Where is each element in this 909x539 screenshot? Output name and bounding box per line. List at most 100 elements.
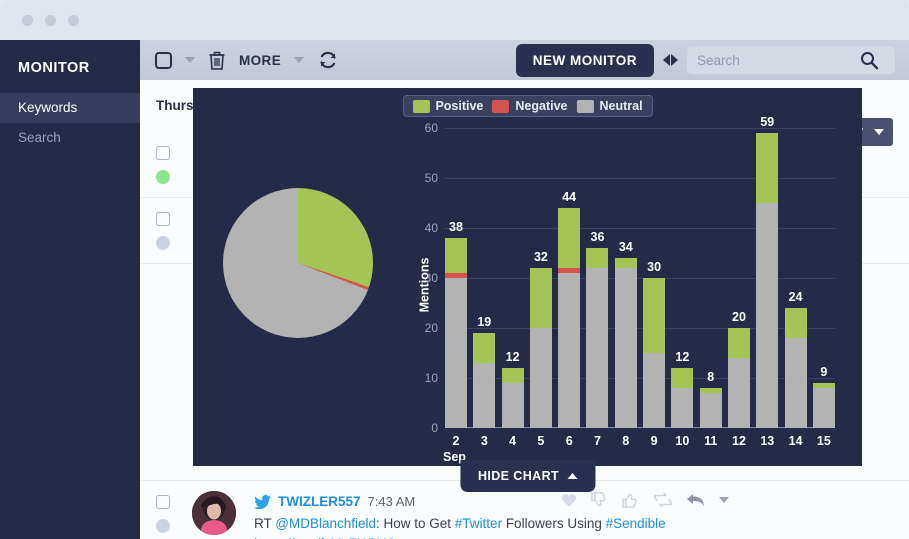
y-axis-tick: 0: [431, 421, 438, 435]
sidebar-item-label: Search: [18, 130, 61, 145]
bar-column[interactable]: 38: [445, 128, 467, 428]
x-axis-tick: 11: [704, 434, 718, 448]
new-monitor-button[interactable]: NEW MONITOR: [515, 43, 654, 77]
legend-label: Negative: [515, 99, 568, 113]
bar-column[interactable]: 30: [643, 128, 666, 428]
bar-column[interactable]: 24: [784, 128, 807, 428]
sidebar-item-search[interactable]: Search: [0, 123, 140, 153]
bar-column[interactable]: 8: [699, 128, 722, 428]
tweet-hashtag[interactable]: #Twitter: [455, 516, 502, 531]
reply-icon[interactable]: [686, 491, 706, 509]
bar-value-label: 38: [449, 220, 463, 234]
x-axis-tick: 9: [650, 434, 658, 448]
thumbs-down-icon[interactable]: [591, 491, 609, 509]
avatar: [192, 491, 236, 535]
tweet-username[interactable]: TWIZLER557: [278, 494, 361, 509]
legend-item-neutral[interactable]: Neutral: [576, 99, 643, 113]
legend-label: Neutral: [599, 99, 643, 113]
thumbs-up-icon[interactable]: [622, 491, 640, 509]
row-checkbox[interactable]: [156, 212, 170, 226]
select-all-checkbox[interactable]: [155, 51, 172, 69]
tweet-mention[interactable]: @MDBlanchfield: [275, 516, 376, 531]
bar-segment-positive: [784, 308, 807, 338]
tweet-timestamp: 7:43 AM: [367, 494, 416, 509]
bar-segment-positive: [558, 208, 581, 268]
bar-segment-positive: [473, 333, 496, 363]
maximize-icon[interactable]: [68, 15, 79, 26]
bar-segment-neutral: [812, 388, 835, 428]
bar-column[interactable]: 12: [501, 128, 524, 428]
bar-column[interactable]: 59: [756, 115, 779, 428]
y-axis-tick: 40: [424, 221, 438, 235]
retweet-icon[interactable]: [653, 491, 673, 509]
chart-legend: Positive Negative Neutral: [402, 95, 653, 117]
bar-column[interactable]: 34: [614, 128, 637, 428]
bar-segment-positive: [727, 328, 750, 358]
sentiment-pie-chart: [223, 188, 373, 338]
search-input[interactable]: [687, 52, 859, 68]
tweet-text-after: Followers Using: [502, 516, 606, 531]
row-checkbox[interactable]: [156, 146, 170, 160]
tweet-actions: [560, 491, 729, 509]
x-axis-tick-labels: 2 3 4 5 6 7 8 9 10 11 12 13 14 15: [445, 428, 835, 448]
y-axis-tick: 20: [424, 321, 438, 335]
bar-value-label: 32: [533, 250, 548, 264]
refresh-button[interactable]: [317, 49, 339, 71]
bar-column[interactable]: 20: [727, 128, 750, 428]
tweet-text-mid: : How to Get: [376, 516, 455, 531]
bar-column[interactable]: 32: [529, 128, 552, 428]
legend-item-negative[interactable]: Negative: [492, 99, 567, 113]
sentiment-icon[interactable]: [560, 491, 578, 509]
bar-column[interactable]: 36: [586, 128, 609, 428]
x-axis-tick: 12: [732, 434, 746, 448]
bar-segment-neutral: [473, 363, 496, 428]
bar-segment-neutral: [586, 268, 609, 428]
legend-item-positive[interactable]: Positive: [412, 99, 483, 113]
bar-column[interactable]: 9: [812, 128, 835, 428]
mentions-bar-chart: Mentions 38 19 12 32 44 36 34 30 12 8 20 59 24 9 2345…: [417, 115, 835, 464]
x-axis-tick: 5: [537, 434, 545, 448]
select-all-chevron-down-icon[interactable]: [185, 57, 195, 63]
bar-segment-positive: [445, 238, 467, 273]
bar-segment-neutral: [558, 273, 581, 428]
status-badge: [156, 170, 170, 184]
tweet-hashtag[interactable]: #Sendible: [606, 516, 666, 531]
close-icon[interactable]: [22, 15, 33, 26]
bar-value-label: 8: [707, 370, 715, 384]
more-chevron-down-icon[interactable]: [294, 57, 305, 63]
window-controls[interactable]: [22, 15, 79, 26]
day-group-header: Thurs: [156, 98, 194, 113]
caret-up-icon: [567, 473, 578, 479]
bar-column[interactable]: 12: [671, 128, 694, 428]
toolbar-right-group: NEW MONITOR: [515, 40, 895, 80]
bar-segment-neutral: [529, 328, 552, 428]
pie-slices: [223, 188, 373, 338]
bar-segment-neutral: [699, 393, 722, 428]
tweet-more-chevron-down-icon[interactable]: [719, 497, 729, 503]
x-axis-tick: 7: [594, 434, 601, 448]
search-icon[interactable]: [859, 50, 879, 70]
more-menu-label[interactable]: MORE: [239, 53, 281, 68]
y-axis-tick: 30: [424, 271, 438, 285]
x-axis-tick: 14: [788, 434, 803, 448]
bar-segment-positive: [501, 368, 524, 383]
hide-chart-button[interactable]: HIDE CHART: [459, 460, 596, 492]
bar-column[interactable]: 44: [558, 128, 581, 428]
bar-column[interactable]: 19: [473, 128, 496, 428]
bar-value-label: 12: [675, 350, 690, 364]
bar-value-label: 30: [647, 260, 662, 274]
bar-value-label: 20: [732, 310, 746, 324]
bar-segment-positive: [586, 248, 609, 268]
minimize-icon[interactable]: [45, 15, 56, 26]
prev-next-arrows-icon[interactable]: [663, 54, 678, 66]
bar-segment-neutral: [727, 358, 750, 428]
row-checkbox[interactable]: [156, 495, 170, 509]
delete-button[interactable]: [208, 50, 226, 70]
search-box[interactable]: [687, 46, 895, 74]
bar-segment-neutral: [501, 383, 524, 428]
app-brand: MONITOR: [18, 60, 90, 76]
app-window: MONITOR Keywords Search MORE NEW MONITOR…: [0, 0, 909, 539]
sidebar-item-keywords[interactable]: Keywords: [0, 93, 140, 123]
sidebar-nav: Keywords Search: [0, 93, 140, 153]
title-bar: [0, 0, 909, 40]
